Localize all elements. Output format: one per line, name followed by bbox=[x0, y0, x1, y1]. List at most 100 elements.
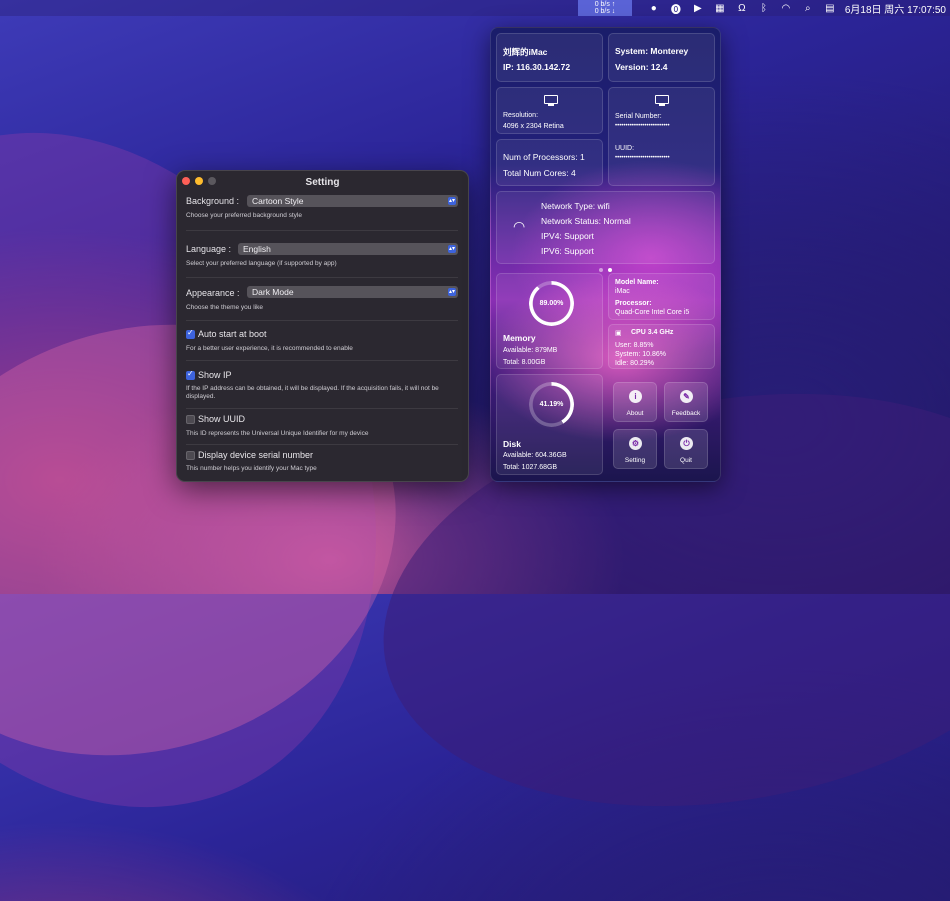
divider bbox=[186, 408, 458, 409]
quit-button[interactable]: ⏻ Quit bbox=[664, 429, 708, 469]
divider bbox=[186, 277, 458, 278]
serial-number-value: •••••••••••••••••••••••••• bbox=[615, 123, 670, 129]
disk-available: Available: 604.36GB bbox=[503, 452, 567, 459]
title-bar: Setting bbox=[177, 171, 468, 193]
ipv6-support: IPV6: Support bbox=[541, 246, 594, 256]
language-select[interactable]: English ▴▾ bbox=[238, 243, 458, 255]
language-desc: Select your preferred language (if suppo… bbox=[186, 260, 337, 267]
show-uuid-desc: This ID represents the Universal Unique … bbox=[186, 430, 369, 437]
feedback-button[interactable]: ✎ Feedback bbox=[664, 382, 708, 422]
ip-address: IP: 116.30.142.72 bbox=[503, 62, 571, 72]
calculator-icon[interactable]: ▦ bbox=[714, 2, 726, 14]
disk-percent: 41.19% bbox=[539, 401, 564, 408]
num-processors: Num of Processors: 1 bbox=[503, 152, 585, 162]
display-icon bbox=[544, 95, 558, 106]
bluetooth-icon[interactable]: ᛒ bbox=[758, 2, 770, 14]
feedback-label: Feedback bbox=[671, 410, 701, 417]
auto-start-label[interactable]: Auto start at boot bbox=[198, 329, 267, 339]
about-button[interactable]: i About bbox=[613, 382, 657, 422]
appearance-desc: Choose the theme you like bbox=[186, 304, 263, 311]
cpu-system: System: 10.86% bbox=[615, 351, 666, 358]
memory-available: Available: 879MB bbox=[503, 347, 558, 354]
serial-number-checkbox[interactable] bbox=[186, 451, 195, 460]
network-status: Network Status: Normal bbox=[541, 216, 631, 226]
network-speed-indicator[interactable]: 0 b/s ↑ 0 b/s ↓ bbox=[578, 0, 632, 16]
system-version: Version: 12.4 bbox=[615, 62, 668, 72]
window-title: Setting bbox=[305, 177, 340, 188]
divider bbox=[186, 444, 458, 445]
total-cores: Total Num Cores: 4 bbox=[503, 168, 576, 178]
model-name-label: Model Name: bbox=[615, 279, 659, 286]
setting-button[interactable]: ⚙ Setting bbox=[613, 429, 657, 469]
gear-icon: ⚙ bbox=[629, 437, 642, 450]
ipv4-support: IPV4: Support bbox=[541, 231, 594, 241]
divider bbox=[186, 320, 458, 321]
memory-total: Total: 8.00GB bbox=[503, 359, 546, 366]
memory-card: 89.00% Memory Available: 879MB Total: 8.… bbox=[496, 273, 603, 369]
cpu-icon: ▣ bbox=[615, 330, 622, 337]
show-ip-label[interactable]: Show IP bbox=[198, 370, 232, 380]
serial-uuid-card: Serial Number: •••••••••••••••••••••••••… bbox=[608, 87, 715, 186]
settings-window: Setting Background : Cartoon Style ▴▾ Ch… bbox=[176, 170, 469, 482]
wechat-icon[interactable]: ● bbox=[648, 2, 660, 14]
resolution-label: Resolution: bbox=[503, 112, 539, 119]
serial-number-desc: This number helps you identify your Mac … bbox=[186, 465, 317, 472]
cpu-user: User: 8.85% bbox=[615, 342, 654, 349]
feedback-icon: ✎ bbox=[680, 390, 693, 403]
quit-label: Quit bbox=[680, 457, 692, 464]
resolution-card: Resolution: 4096 x 2304 Retina bbox=[496, 87, 603, 134]
show-ip-checkbox[interactable] bbox=[186, 369, 195, 380]
model-card: Model Name: iMac Processor: Quad-Core In… bbox=[608, 273, 715, 320]
network-type: Network Type: wifi bbox=[541, 201, 610, 211]
language-select-value: English bbox=[243, 244, 271, 254]
chevron-updown-icon: ▴▾ bbox=[448, 245, 456, 253]
auto-start-checkbox[interactable] bbox=[186, 328, 195, 339]
net-upload: 0 b/s ↑ bbox=[594, 1, 616, 8]
control-center-icon[interactable]: ▤ bbox=[824, 2, 836, 14]
chevron-updown-icon: ▴▾ bbox=[448, 288, 456, 296]
system-monitor-widget: 刘辉的iMac IP: 116.30.142.72 System: Monter… bbox=[490, 27, 721, 482]
divider bbox=[186, 360, 458, 361]
language-label: Language : bbox=[186, 244, 232, 254]
background-desc: Choose your preferred background style bbox=[186, 212, 302, 219]
headphones-icon[interactable]: Ω bbox=[736, 2, 748, 14]
auto-start-desc: For a better user experience, it is reco… bbox=[186, 345, 353, 352]
divider bbox=[186, 230, 458, 231]
cpu-idle: Idle: 80.29% bbox=[615, 360, 654, 367]
display-icon bbox=[655, 95, 669, 106]
wifi-icon[interactable]: ◠ bbox=[780, 2, 792, 14]
app-icon[interactable]: ⓿ bbox=[670, 2, 682, 16]
cpu-title: CPU 3.4 GHz bbox=[631, 329, 674, 336]
chevron-updown-icon: ▴▾ bbox=[448, 197, 456, 205]
power-icon: ⏻ bbox=[680, 437, 693, 450]
serial-number-label: Serial Number: bbox=[615, 113, 662, 120]
host-name: 刘辉的iMac bbox=[503, 47, 548, 57]
system-name: System: Monterey bbox=[615, 46, 689, 56]
disk-total: Total: 1027.68GB bbox=[503, 464, 558, 471]
appearance-row: Appearance : Dark Mode ▴▾ bbox=[186, 286, 458, 300]
setting-label: Setting bbox=[624, 457, 646, 464]
play-icon[interactable]: ▶ bbox=[692, 2, 704, 14]
serial-number-label[interactable]: Display device serial number bbox=[198, 450, 313, 460]
cpu-card: ▣ CPU 3.4 GHz User: 8.85% System: 10.86%… bbox=[608, 324, 715, 369]
search-icon[interactable]: ⌕ bbox=[802, 2, 814, 14]
language-row: Language : English ▴▾ bbox=[186, 242, 458, 256]
background-row: Background : Cartoon Style ▴▾ bbox=[186, 194, 458, 208]
show-uuid-checkbox[interactable] bbox=[186, 415, 195, 424]
disk-title: Disk bbox=[503, 439, 521, 449]
background-select[interactable]: Cartoon Style ▴▾ bbox=[247, 195, 458, 207]
memory-percent: 89.00% bbox=[539, 300, 564, 307]
page-indicator-dot[interactable] bbox=[599, 268, 603, 272]
show-uuid-label[interactable]: Show UUID bbox=[198, 414, 245, 424]
show-ip-desc: If the IP address can be obtained, it wi… bbox=[186, 385, 439, 400]
appearance-select[interactable]: Dark Mode ▴▾ bbox=[247, 286, 458, 298]
memory-title: Memory bbox=[503, 333, 536, 343]
network-card: ◠ Network Type: wifi Network Status: Nor… bbox=[496, 191, 715, 264]
processor-card: Num of Processors: 1 Total Num Cores: 4 bbox=[496, 139, 603, 186]
page-indicator-dot-active[interactable] bbox=[608, 268, 612, 272]
wifi-icon: ◠ bbox=[513, 218, 526, 234]
uuid-value: •••••••••••••••••••••••••• bbox=[615, 155, 670, 161]
disk-card: 41.19% Disk Available: 604.36GB Total: 1… bbox=[496, 374, 603, 475]
background-label: Background : bbox=[186, 196, 240, 206]
menu-clock[interactable]: 6月18日 周六 17:07:50 bbox=[845, 1, 946, 16]
